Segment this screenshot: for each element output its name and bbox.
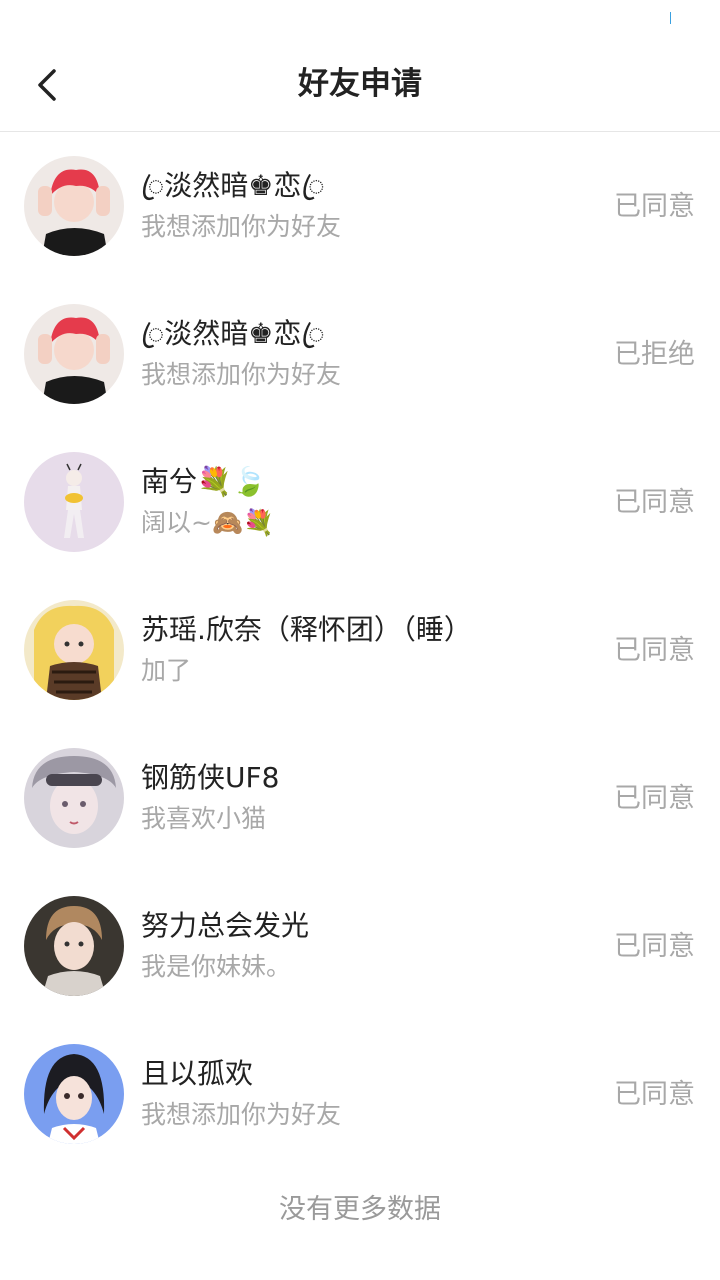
avatar[interactable] [24, 1044, 124, 1144]
request-status: 已同意 [614, 931, 695, 962]
status-indicator [670, 12, 671, 24]
request-status: 已同意 [614, 635, 695, 666]
avatar[interactable] [24, 452, 124, 552]
request-message: 我想添加你为好友 [141, 1100, 342, 1129]
no-more-data-label: 没有更多数据 [279, 1194, 441, 1225]
nav-bar: 好友申请 [0, 40, 720, 132]
chevron-left-icon [38, 69, 56, 101]
avatar[interactable] [24, 304, 124, 404]
list-item[interactable]: 南兮💐🍃 阔以~🙈💐 已同意 [0, 428, 720, 576]
list-item[interactable]: ꦿ淡然暗♚恋ꦿ 我想添加你为好友 已同意 [0, 132, 720, 280]
request-message: 加了 [141, 656, 192, 685]
friend-request-list: ꦿ淡然暗♚恋ꦿ 我想添加你为好友 已同意 ꦿ淡然暗♚恋ꦿ 我想添加你为好友 已拒… [0, 132, 720, 1168]
sender-name: 钢筋侠UF8 [141, 761, 280, 794]
request-status: 已同意 [614, 783, 695, 814]
avatar[interactable] [24, 156, 124, 256]
list-item[interactable]: 且以孤欢 我想添加你为好友 已同意 [0, 1020, 720, 1168]
list-item[interactable]: 钢筋侠UF8 我喜欢小猫 已同意 [0, 724, 720, 872]
request-message: 阔以~🙈💐 [141, 508, 275, 537]
sender-name: ꦿ淡然暗♚恋ꦿ [141, 169, 325, 202]
request-status: 已同意 [614, 1079, 695, 1110]
request-status: 已同意 [614, 487, 695, 518]
back-button[interactable] [22, 60, 72, 110]
sender-name: ꦿ淡然暗♚恋ꦿ [141, 317, 325, 350]
request-message: 我是你妹妹。 [141, 952, 292, 981]
list-item[interactable]: ꦿ淡然暗♚恋ꦿ 我想添加你为好友 已拒绝 [0, 280, 720, 428]
avatar[interactable] [24, 896, 124, 996]
sender-name: 且以孤欢 [141, 1057, 254, 1090]
request-status: 已同意 [614, 191, 695, 222]
request-message: 我想添加你为好友 [141, 360, 342, 389]
sender-name: 苏瑶.欣奈（释怀团）（睡） [141, 613, 472, 646]
sender-name: 努力总会发光 [141, 909, 310, 942]
avatar[interactable] [24, 748, 124, 848]
request-message: 我喜欢小猫 [141, 804, 267, 833]
sender-name: 南兮💐🍃 [141, 465, 267, 498]
list-item[interactable]: 努力总会发光 我是你妹妹。 已同意 [0, 872, 720, 1020]
avatar[interactable] [24, 600, 124, 700]
request-status: 已拒绝 [614, 339, 695, 370]
list-item[interactable]: 苏瑶.欣奈（释怀团）（睡） 加了 已同意 [0, 576, 720, 724]
status-bar [0, 0, 720, 40]
request-message: 我想添加你为好友 [141, 212, 342, 241]
page-title: 好友申请 [298, 66, 422, 102]
